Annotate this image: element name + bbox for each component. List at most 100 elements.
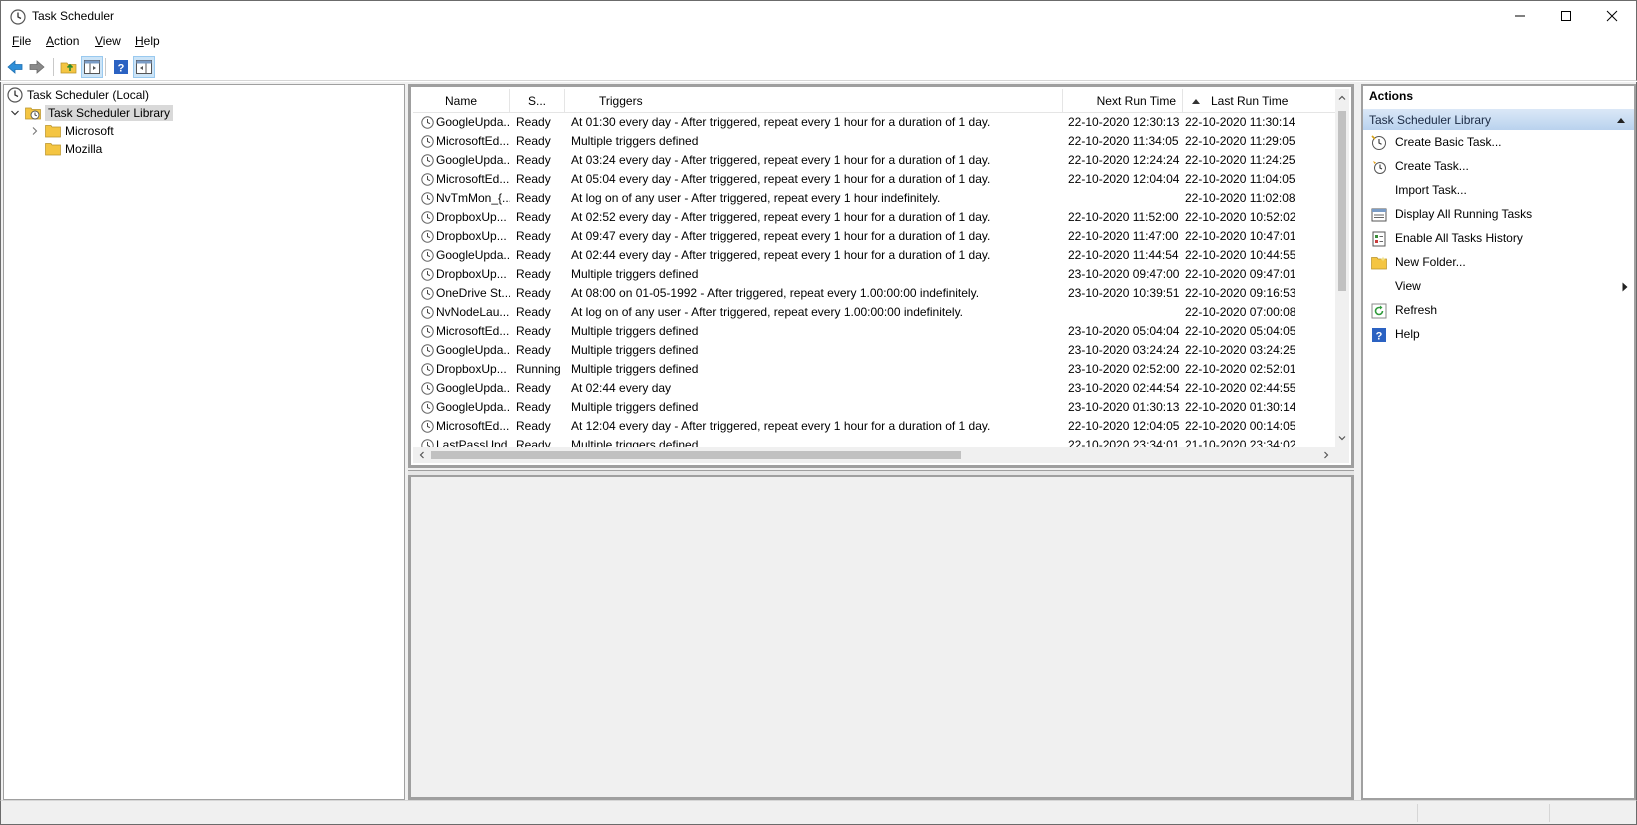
cell-status: Ready [516, 115, 551, 129]
menu-help[interactable]: Help [135, 34, 160, 48]
table-row[interactable]: NvNodeLau... Ready At log on of any user -… [413, 303, 1335, 322]
close-button[interactable] [1589, 1, 1635, 31]
cell-last-run: 21-10-2020 23:34:02 [1185, 438, 1295, 447]
table-row[interactable]: MicrosoftEd... Ready At 12:04 every day - … [413, 417, 1335, 436]
column-header-name[interactable]: Name [413, 89, 510, 113]
cell-status: Ready [516, 286, 551, 300]
actions-section-header[interactable]: Task Scheduler Library [1363, 108, 1634, 130]
table-row[interactable]: GoogleUpda... Ready At 03:24 every day - A… [413, 151, 1335, 170]
action-view[interactable]: View [1363, 276, 1634, 298]
table-row[interactable]: DropboxUp... Running Multiple triggers def… [413, 360, 1335, 379]
cell-status: Ready [516, 324, 551, 338]
task-clock-icon [421, 439, 434, 447]
cell-name: DropboxUp... [436, 210, 507, 224]
menu-view[interactable]: View [95, 34, 121, 48]
table-row[interactable]: MicrosoftEd... Ready Multiple triggers def… [413, 322, 1335, 341]
title-bar: Task Scheduler [0, 0, 1637, 31]
cell-last-run: 22-10-2020 10:44:55 [1185, 248, 1295, 262]
status-segment [1549, 804, 1550, 822]
cell-last-run: 22-10-2020 02:52:01 [1185, 362, 1295, 376]
table-row[interactable]: LastPassUpd... Ready Multiple triggers def… [413, 436, 1335, 447]
scroll-up-icon [1338, 95, 1346, 100]
menu-file[interactable]: File [12, 34, 31, 48]
horizontal-scrollbar[interactable] [413, 447, 1335, 463]
table-row[interactable]: GoogleUpda... Ready At 02:44 every day - A… [413, 246, 1335, 265]
table-row[interactable]: DropboxUp... Ready At 09:47 every day - Af… [413, 227, 1335, 246]
tree-item-label: Task Scheduler Library [45, 105, 174, 121]
horizontal-scroll-thumb[interactable] [431, 451, 961, 459]
column-header-next-run[interactable]: Next Run Time [1063, 89, 1183, 113]
table-row[interactable]: DropboxUp... Ready Multiple triggers defin… [413, 265, 1335, 284]
table-row[interactable]: GoogleUpda... Ready At 02:44 every day 23-1… [413, 379, 1335, 398]
table-row[interactable]: GoogleUpda... Ready Multiple triggers defi… [413, 341, 1335, 360]
tree-item-mozilla[interactable]: Mozilla [45, 140, 102, 158]
cell-next-run: 22-10-2020 11:52:00 [1068, 210, 1179, 224]
cell-last-run: 22-10-2020 01:30:14 [1185, 400, 1295, 414]
chevron-down-icon[interactable] [9, 107, 21, 119]
table-row[interactable]: OneDrive St... Ready At 08:00 on 01-05-199… [413, 284, 1335, 303]
action-display-all-running-tasks[interactable]: Display All Running Tasks [1363, 204, 1634, 226]
action-import-task[interactable]: Import Task... [1363, 180, 1634, 202]
vertical-scrollbar[interactable] [1335, 89, 1349, 447]
action-label: Create Task... [1395, 159, 1469, 173]
show-hide-console-tree-icon [84, 60, 100, 74]
table-row[interactable]: GoogleUpda... Ready Multiple triggers defi… [413, 398, 1335, 417]
close-icon [1606, 10, 1618, 22]
action-create-task[interactable]: Create Task... [1363, 156, 1634, 178]
menu-action[interactable]: Action [46, 34, 79, 48]
table-row[interactable]: MicrosoftEd... Ready At 05:04 every day - … [413, 170, 1335, 189]
cell-status: Ready [516, 400, 551, 414]
task-clock-icon [421, 382, 434, 395]
cell-triggers: At 08:00 on 01-05-1992 - After triggered… [571, 286, 980, 300]
minimize-button[interactable] [1497, 1, 1543, 31]
help-button[interactable]: ? [110, 56, 132, 78]
cell-triggers: At 01:30 every day - After triggered, re… [571, 115, 991, 129]
up-folder-button[interactable] [58, 56, 80, 78]
action-new-folder[interactable]: New Folder... [1363, 252, 1634, 274]
tree-item-library[interactable]: Task Scheduler Library [9, 104, 174, 122]
column-header-last-run[interactable]: Last Run Time [1183, 89, 1307, 113]
cell-next-run: 22-10-2020 12:04:05 [1068, 419, 1180, 433]
cell-name: GoogleUpda... [436, 248, 510, 262]
tree-item-root[interactable]: Task Scheduler (Local) [7, 86, 149, 104]
table-row[interactable]: GoogleUpda... Ready At 01:30 every day - A… [413, 113, 1335, 132]
cell-status: Ready [516, 305, 551, 319]
cell-status: Ready [516, 248, 551, 262]
action-refresh[interactable]: Refresh [1363, 300, 1634, 322]
table-row[interactable]: MicrosoftEd... Ready Multiple triggers def… [413, 132, 1335, 151]
cell-last-run: 22-10-2020 09:16:53 [1185, 286, 1295, 300]
show-hide-action-pane-button[interactable] [133, 56, 155, 78]
action-enable-all-tasks-history[interactable]: Enable All Tasks History [1363, 228, 1634, 250]
chevron-right-icon[interactable] [29, 125, 41, 137]
sort-ascending-icon [1192, 99, 1200, 104]
cell-last-run: 22-10-2020 11:04:05 [1185, 172, 1295, 186]
cell-last-run: 22-10-2020 09:47:01 [1185, 267, 1295, 281]
tree-item-microsoft[interactable]: Microsoft [29, 122, 114, 140]
action-label: Create Basic Task... [1395, 135, 1502, 149]
task-clock-icon [421, 268, 434, 281]
status-bar [0, 800, 1637, 825]
table-row[interactable]: NvTmMon_{... Ready At log on of any user -… [413, 189, 1335, 208]
task-clock-icon [421, 230, 434, 243]
task-clock-icon [421, 306, 434, 319]
maximize-button[interactable] [1543, 1, 1589, 31]
scroll-corner [1335, 447, 1349, 463]
create-basic-task-icon [1371, 135, 1387, 151]
action-create-basic-task[interactable]: Create Basic Task... [1363, 132, 1634, 154]
task-clock-icon [421, 363, 434, 376]
back-button[interactable] [4, 56, 26, 78]
forward-button[interactable] [26, 56, 48, 78]
table-row[interactable]: DropboxUp... Ready At 02:52 every day - Af… [413, 208, 1335, 227]
action-help[interactable]: ? Help [1363, 324, 1634, 346]
column-header-status[interactable]: S... [510, 89, 565, 113]
clock-icon [7, 87, 23, 103]
show-hide-console-tree-button[interactable] [81, 56, 103, 78]
cell-last-run: 22-10-2020 10:47:01 [1185, 229, 1295, 243]
action-label: Enable All Tasks History [1395, 231, 1523, 245]
cell-name: GoogleUpda... [436, 381, 510, 395]
column-header-triggers[interactable]: Triggers [565, 89, 1063, 113]
cell-status: Ready [516, 210, 551, 224]
cell-next-run: 23-10-2020 03:24:24 [1068, 343, 1180, 357]
cell-triggers: Multiple triggers defined [571, 362, 699, 376]
vertical-scroll-thumb[interactable] [1338, 111, 1346, 291]
